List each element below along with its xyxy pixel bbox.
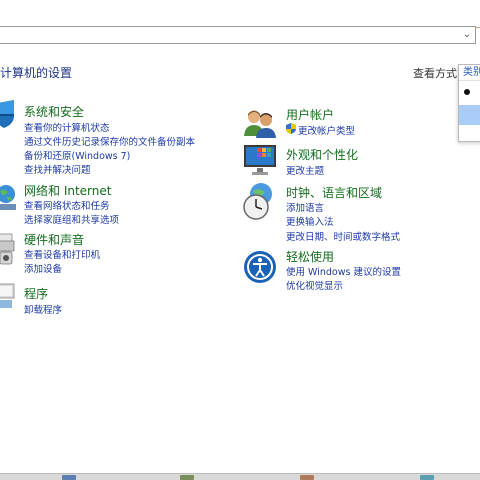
link-change-account-type[interactable]: 更改帐户类型 xyxy=(298,123,355,137)
viewby-label: 查看方式: xyxy=(413,67,461,80)
taskbar-item-icon[interactable] xyxy=(180,475,194,480)
shield-icon[interactable] xyxy=(0,100,18,128)
category-title-programs[interactable]: 程序 xyxy=(24,285,48,302)
link-optimize-visual-display[interactable]: 优化视觉显示 xyxy=(286,278,343,292)
address-bar[interactable]: ⌄ xyxy=(0,26,476,44)
category-title-user-accounts[interactable]: 用户帐户 xyxy=(286,106,334,123)
viewby-option-category[interactable] xyxy=(459,83,480,103)
uac-shield-icon xyxy=(286,123,296,134)
category-title-hardware-sound[interactable]: 硬件和声音 xyxy=(24,231,84,248)
link-uninstall-program[interactable]: 卸载程序 xyxy=(24,302,62,316)
user-accounts-icon[interactable] xyxy=(243,108,277,138)
link-view-computer-status[interactable]: 查看你的计算机状态 xyxy=(24,120,110,134)
window-top-area xyxy=(0,0,480,28)
link-network-status[interactable]: 查看网络状态和任务 xyxy=(24,198,110,212)
radio-dot-icon xyxy=(464,89,470,95)
network-globe-icon[interactable] xyxy=(0,184,18,212)
taskbar-item-icon[interactable] xyxy=(62,475,76,480)
link-recommended-settings[interactable]: 使用 Windows 建议的设置 xyxy=(286,264,401,278)
page-title: 计算机的设置 xyxy=(0,66,73,80)
category-title-system-security[interactable]: 系统和安全 xyxy=(24,103,84,120)
link-change-input-method[interactable]: 更换输入法 xyxy=(286,214,334,228)
viewby-dropdown[interactable]: 类别 xyxy=(458,64,480,142)
link-add-language[interactable]: 添加语言 xyxy=(286,200,324,214)
monitor-palette-icon[interactable] xyxy=(243,144,277,176)
category-title-appearance[interactable]: 外观和个性化 xyxy=(286,146,358,163)
link-change-theme[interactable]: 更改主题 xyxy=(286,163,324,177)
programs-icon[interactable] xyxy=(0,282,18,312)
link-devices-printers[interactable]: 查看设备和打印机 xyxy=(24,247,100,261)
viewby-option-hovered[interactable] xyxy=(459,105,480,125)
printer-speaker-icon[interactable] xyxy=(0,232,18,266)
taskbar-item-icon[interactable] xyxy=(420,475,434,480)
clock-globe-icon[interactable] xyxy=(241,182,277,222)
link-file-history-backup[interactable]: 通过文件历史记录保存你的文件备份副本 xyxy=(24,134,195,148)
link-add-device[interactable]: 添加设备 xyxy=(24,261,62,275)
taskbar xyxy=(0,473,480,480)
address-dropdown-icon[interactable]: ⌄ xyxy=(461,27,473,43)
category-title-clock-language-region[interactable]: 时钟、语言和区域 xyxy=(286,184,382,201)
link-troubleshoot[interactable]: 查找并解决问题 xyxy=(24,162,91,176)
link-change-date-time-format[interactable]: 更改日期、时间或数字格式 xyxy=(286,229,400,243)
link-backup-restore[interactable]: 备份和还原(Windows 7) xyxy=(24,148,130,162)
ease-of-access-icon[interactable] xyxy=(243,250,277,284)
link-homegroup-sharing[interactable]: 选择家庭组和共享选项 xyxy=(24,212,119,226)
category-title-network-internet[interactable]: 网络和 Internet xyxy=(24,182,111,199)
category-title-ease-of-access[interactable]: 轻松使用 xyxy=(286,248,334,265)
taskbar-item-icon[interactable] xyxy=(300,475,314,480)
viewby-selected[interactable]: 类别 xyxy=(459,65,480,81)
